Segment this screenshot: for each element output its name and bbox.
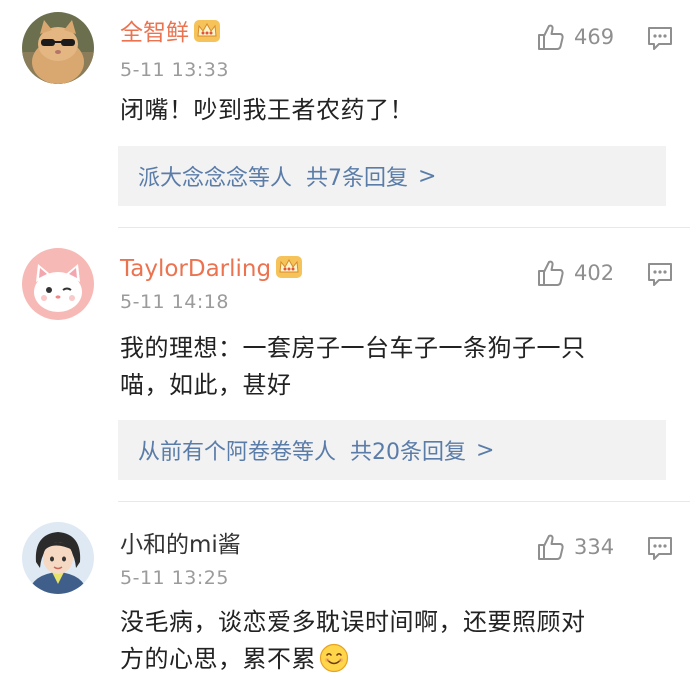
comment-text-line: 没毛病，谈恋爱多耽误时间啊，还要照顾对 — [120, 608, 586, 636]
like-count: 334 — [574, 535, 615, 559]
anime-girl-avatar-icon — [22, 522, 94, 594]
comment-text: 我的理想：一套房子一台车子一条狗子一只 喵，如此，甚好 — [120, 330, 660, 404]
reply-count[interactable]: 共7条回复 — [306, 160, 408, 192]
user-avatar[interactable] — [22, 248, 94, 320]
like-button[interactable]: 402 — [536, 258, 614, 288]
like-button[interactable]: 334 — [536, 532, 614, 562]
comment-text: 没毛病，谈恋爱多耽误时间啊，还要照顾对 方的心思，累不累 — [120, 604, 660, 678]
thumbs-up-icon — [538, 534, 564, 560]
like-count: 469 — [574, 25, 615, 49]
replies-summary[interactable]: 派大念念念等人 共7条回复 > — [118, 146, 666, 206]
smile-emoji-icon — [319, 643, 349, 673]
cartoon-cat-avatar-icon — [22, 248, 94, 320]
comment-time: 5-11 13:25 — [120, 567, 229, 589]
user-avatar[interactable] — [22, 522, 94, 594]
username[interactable]: 全智鲜 — [120, 18, 221, 48]
like-count: 402 — [574, 261, 615, 285]
comment-item: 全智鲜 5-11 13:33 469 闭嘴！吵到我王者农药了！ 派大念念念等人 … — [0, 0, 690, 228]
chevron-right-icon: > — [476, 437, 495, 463]
comment-list: 全智鲜 5-11 13:33 469 闭嘴！吵到我王者农药了！ 派大念念念等人 … — [0, 0, 690, 690]
username-text[interactable]: 全智鲜 — [120, 20, 189, 46]
comment-item: 小和的mi酱 5-11 13:25 334 没毛病，谈恋爱多耽误时间啊，还要照顾… — [0, 502, 690, 690]
comment-text-line: 喵，如此，甚好 — [120, 371, 292, 399]
username[interactable]: 小和的mi酱 — [120, 530, 241, 560]
comment-icon[interactable] — [646, 260, 674, 288]
replies-summary[interactable]: 从前有个阿卷卷等人 共20条回复 > — [118, 420, 666, 480]
comment-text: 闭嘴！吵到我王者农药了！ — [120, 96, 414, 124]
crown-icon — [276, 256, 303, 278]
username-text[interactable]: TaylorDarling — [120, 256, 271, 282]
comment-text-line: 我的理想：一套房子一台车子一条狗子一只 — [120, 334, 586, 362]
comment-text-span: 方的心思，累不累 — [120, 645, 316, 673]
comment-icon[interactable] — [646, 534, 674, 562]
reply-users[interactable]: 派大念念念等人 — [138, 160, 292, 192]
username[interactable]: TaylorDarling — [120, 254, 303, 284]
reply-count[interactable]: 共20条回复 — [350, 434, 466, 466]
user-avatar[interactable] — [22, 12, 94, 84]
cat-sunglasses-avatar-icon — [22, 12, 94, 84]
thumbs-up-icon — [538, 260, 564, 286]
comment-item: TaylorDarling 5-11 14:18 402 我的理想：一套房子一台… — [0, 228, 690, 502]
thumbs-up-icon — [538, 24, 564, 50]
comment-text-line: 方的心思，累不累 — [120, 641, 660, 678]
reply-users[interactable]: 从前有个阿卷卷等人 — [138, 434, 336, 466]
comment-time: 5-11 13:33 — [120, 59, 229, 81]
comment-time: 5-11 14:18 — [120, 291, 229, 313]
chevron-right-icon: > — [418, 163, 437, 189]
username-text[interactable]: 小和的mi酱 — [120, 532, 241, 558]
crown-icon — [194, 20, 220, 42]
like-button[interactable]: 469 — [536, 22, 614, 52]
comment-icon[interactable] — [646, 24, 674, 52]
